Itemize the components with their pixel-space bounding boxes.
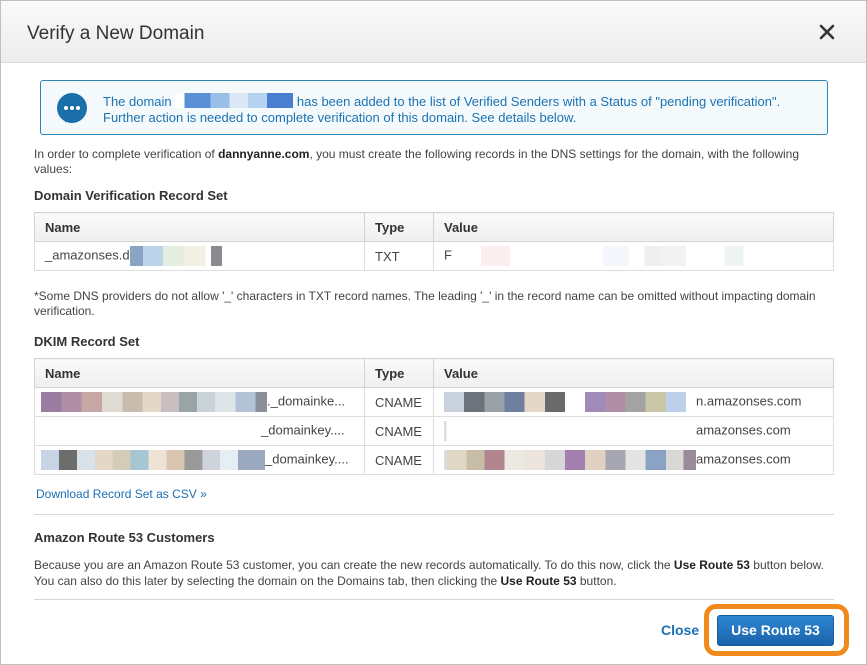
dkim-table: Name Type Value ._domainke... CNAME n.am… (34, 358, 834, 475)
record-value: amazonses.com (696, 451, 791, 467)
redacted-value (444, 392, 696, 412)
record-value-cell[interactable]: F (433, 241, 834, 271)
dialog-title: Verify a New Domain (27, 23, 205, 44)
info-text: The domain has been added to the list of… (103, 93, 803, 126)
column-type: Type (364, 358, 434, 388)
redacted-value (129, 246, 222, 266)
close-button[interactable]: Close (661, 622, 699, 638)
table-row: _amazonses.d TXT F (34, 241, 834, 271)
column-name: Name (34, 212, 365, 242)
intro-text: In order to complete verification of dan… (34, 147, 834, 177)
divider (34, 599, 834, 600)
column-value: Value (433, 212, 834, 242)
record-type-cell: CNAME (364, 416, 434, 446)
intro-before: In order to complete verification of (34, 147, 219, 161)
route53-text-bold: Use Route 53 (673, 558, 750, 572)
verification-section-title: Domain Verification Record Set (34, 188, 228, 203)
table-row: _domainkey.... CNAME amazonses.com (34, 445, 834, 475)
record-name: ._domainke... (267, 393, 346, 409)
record-name: _amazonses.d (45, 247, 130, 263)
redacted-value (41, 421, 261, 441)
verify-domain-dialog: Verify a New Domain The domain has been … (0, 0, 867, 665)
info-text-before: The domain (103, 94, 176, 109)
route53-text-part: button. (576, 574, 617, 588)
record-value-cell[interactable]: amazonses.com (433, 445, 834, 475)
route53-section-title: Amazon Route 53 Customers (34, 530, 215, 545)
txt-note: *Some DNS providers do not allow '_' cha… (34, 289, 816, 318)
record-name-cell[interactable]: _domainkey.... (34, 416, 365, 446)
record-value-cell[interactable]: n.amazonses.com (433, 387, 834, 417)
intro-domain: dannyanne.com (218, 147, 310, 161)
record-value-cell[interactable]: amazonses.com (433, 416, 834, 446)
table-header-row: Name Type Value (34, 212, 834, 242)
record-name-cell[interactable]: ._domainke... (34, 387, 365, 417)
redacted-domain (175, 93, 294, 108)
table-header-row: Name Type Value (34, 358, 834, 388)
divider (34, 514, 834, 515)
record-type-cell: CNAME (364, 445, 434, 475)
record-value: amazonses.com (696, 422, 791, 438)
route53-text-part: Because you are an Amazon Route 53 custo… (34, 558, 674, 572)
table-row: _domainkey.... CNAME amazonses.com (34, 416, 834, 446)
redacted-value (444, 421, 696, 441)
column-type: Type (364, 212, 434, 242)
record-type-cell: CNAME (364, 387, 434, 417)
info-message: The domain has been added to the list of… (40, 80, 828, 135)
verification-table: Name Type Value _amazonses.d TXT F (34, 212, 834, 271)
speech-bubble-icon (57, 93, 87, 123)
record-name: _domainkey.... (261, 422, 345, 438)
table-row: ._domainke... CNAME n.amazonses.com (34, 387, 834, 417)
redacted-value (41, 450, 265, 470)
download-csv-link[interactable]: Download Record Set as CSV » (36, 487, 207, 501)
use-route53-button[interactable]: Use Route 53 (717, 615, 834, 646)
record-type-cell: TXT (364, 241, 434, 271)
record-value: F (444, 247, 452, 263)
route53-text: Because you are an Amazon Route 53 custo… (34, 557, 839, 589)
column-value: Value (433, 358, 834, 388)
route53-text-bold: Use Route 53 (500, 574, 577, 588)
record-name-cell[interactable]: _amazonses.d (34, 241, 365, 271)
redacted-value (41, 392, 267, 412)
dkim-section-title: DKIM Record Set (34, 334, 140, 349)
dialog-header: Verify a New Domain (1, 1, 866, 63)
record-value: n.amazonses.com (696, 393, 802, 409)
close-x-icon[interactable] (816, 21, 838, 43)
record-name-cell[interactable]: _domainkey.... (34, 445, 365, 475)
column-name: Name (34, 358, 365, 388)
record-name: _domainkey.... (265, 451, 349, 467)
redacted-value (461, 246, 782, 266)
use-route53-highlight: Use Route 53 (704, 604, 849, 656)
redacted-value (444, 450, 696, 470)
